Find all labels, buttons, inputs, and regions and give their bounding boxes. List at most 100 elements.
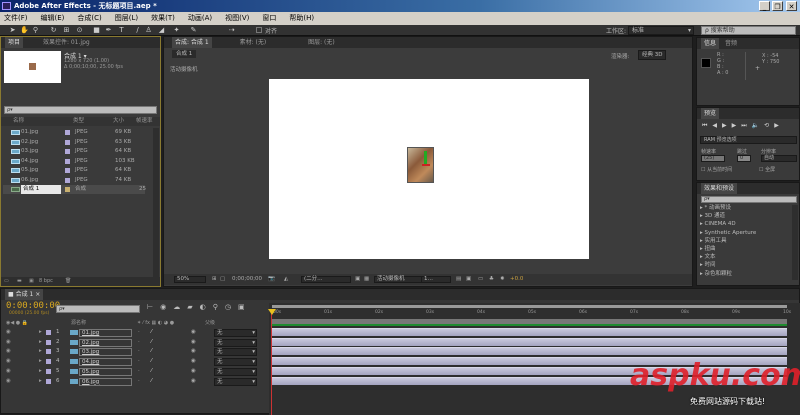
- expand-arrow-icon[interactable]: ▸: [39, 328, 42, 338]
- layer-row[interactable]: ◉ ▸ 3 03.jpg · ⁄ ◉ 无 ▾: [1, 347, 269, 357]
- grid-icon[interactable]: ⊞: [212, 274, 217, 285]
- visibility-eye-icon[interactable]: ◉: [6, 347, 11, 357]
- camera-tool-icon[interactable]: ⊞: [63, 27, 70, 34]
- shy-switch[interactable]: ·: [138, 357, 140, 367]
- current-time-indicator[interactable]: [271, 309, 272, 415]
- parent-header[interactable]: 父级: [205, 319, 215, 327]
- y-axis-gizmo[interactable]: [424, 151, 427, 165]
- col-fps[interactable]: 帧速率: [136, 117, 153, 126]
- renderer-select[interactable]: 经典 3D: [638, 50, 667, 60]
- bpc-label[interactable]: 8 bpc: [39, 277, 53, 286]
- parent-select[interactable]: 无 ▾: [214, 338, 257, 347]
- toggle-pixel-icon[interactable]: ▤: [456, 274, 461, 285]
- effect-category[interactable]: ▸ 3D 通道: [697, 212, 791, 220]
- layer-name[interactable]: 03.jpg: [79, 348, 132, 357]
- transparency-icon[interactable]: ▦: [364, 274, 369, 285]
- flowchart-icon[interactable]: ♣: [489, 274, 494, 285]
- tab-preview[interactable]: 预览: [701, 108, 720, 119]
- visibility-eye-icon[interactable]: ◉: [6, 338, 11, 348]
- fast-previews-icon[interactable]: ▣: [466, 274, 471, 285]
- skip-select[interactable]: 0: [737, 155, 751, 162]
- workspace-select[interactable]: 标准 ▾: [628, 26, 694, 35]
- quality-switch-icon[interactable]: ⁄: [151, 357, 152, 367]
- fps-select[interactable]: (25): [701, 155, 725, 162]
- menu-edit[interactable]: 编辑(E): [41, 12, 65, 25]
- project-item[interactable]: 03.jpg JPEG 64 KB: [3, 147, 145, 156]
- label-color-icon[interactable]: [46, 378, 51, 384]
- effects-scrollbar[interactable]: [792, 205, 798, 280]
- effect-category[interactable]: ▸ CINEMA 4D: [697, 220, 791, 228]
- project-item-comp[interactable]: 合成 1 合成 25: [3, 185, 146, 194]
- fullscreen-checkbox[interactable]: ☐ 全屏: [759, 166, 775, 173]
- shy-icon[interactable]: ☁: [173, 303, 187, 311]
- hand-tool-icon[interactable]: ✋: [20, 27, 29, 34]
- layer-name[interactable]: 05.jpg: [79, 367, 132, 376]
- col-size[interactable]: 大小: [113, 117, 124, 126]
- layer-duration-bar[interactable]: [272, 328, 787, 336]
- from-current-time-checkbox[interactable]: ☐ 从当前时间: [701, 166, 732, 173]
- 3d-layer-icon[interactable]: ◉: [191, 367, 196, 377]
- new-folder-icon[interactable]: ▬: [17, 277, 22, 286]
- shy-switch[interactable]: ·: [138, 367, 140, 377]
- mask-icon[interactable]: ▢: [220, 274, 225, 285]
- current-time[interactable]: 0;00;00;00: [232, 274, 262, 285]
- project-item[interactable]: 02.jpg JPEG 63 KB: [3, 138, 145, 147]
- label-color-icon[interactable]: [46, 349, 51, 355]
- shy-switch[interactable]: ·: [138, 338, 140, 348]
- effect-category[interactable]: ▸ 扭曲: [697, 245, 791, 253]
- effects-search-input[interactable]: ρ▾: [701, 196, 797, 203]
- visibility-eye-icon[interactable]: ◉: [6, 377, 11, 387]
- exposure-icon[interactable]: ✸: [500, 274, 505, 285]
- tab-timeline-comp[interactable]: ■ 合成 1 ×: [5, 289, 44, 300]
- ram-preview-icon[interactable]: ▶: [774, 122, 784, 129]
- quality-switch-icon[interactable]: ⁄: [151, 328, 152, 338]
- menu-help[interactable]: 帮助(H): [289, 12, 314, 25]
- tab-info[interactable]: 信息: [701, 38, 720, 49]
- expand-arrow-icon[interactable]: ▸: [39, 357, 42, 367]
- view-select[interactable]: 活动摄像机: [374, 276, 424, 283]
- parent-select[interactable]: 无 ▾: [214, 358, 257, 367]
- comp-mini-flowchart-icon[interactable]: ⊢: [147, 303, 160, 311]
- layer-row[interactable]: ◉ ▸ 6 06.jpg · ⁄ ◉ 无 ▾: [1, 377, 269, 387]
- layer-row[interactable]: ◉ ▸ 4 04.jpg · ⁄ ◉ 无 ▾: [1, 357, 269, 367]
- tab-project[interactable]: 项目: [5, 37, 24, 48]
- clone-tool-icon[interactable]: ♙: [145, 27, 152, 34]
- resolution-select[interactable]: 自动: [761, 155, 797, 162]
- project-item[interactable]: 04.jpg JPEG 103 KB: [3, 157, 145, 166]
- pan-behind-tool-icon[interactable]: ⊙: [76, 27, 83, 34]
- effect-category[interactable]: ▸ 杂色和颗粒: [697, 270, 791, 278]
- project-item[interactable]: 06.jpg JPEG 74 KB: [3, 176, 145, 185]
- layer-name[interactable]: 06.jpg: [79, 377, 132, 386]
- menu-animation[interactable]: 动画(A): [188, 12, 212, 25]
- resolution-select[interactable]: (二分…: [301, 276, 351, 283]
- effect-category[interactable]: ▸ 时间: [697, 261, 791, 269]
- frame-blend-icon[interactable]: ▰: [187, 303, 199, 311]
- live-update-icon[interactable]: ▣: [238, 303, 252, 311]
- col-name[interactable]: 名称: [13, 117, 24, 126]
- item-name-edit[interactable]: 合成 1: [21, 185, 61, 194]
- tab-footage[interactable]: 素材: (无): [240, 39, 267, 46]
- tab-layer[interactable]: 图层: (无): [308, 39, 335, 46]
- region-icon[interactable]: ▣: [355, 274, 360, 285]
- restore-button[interactable]: ❐: [772, 1, 783, 11]
- effect-category[interactable]: ▸ * 动画预设: [697, 204, 791, 212]
- selection-tool-icon[interactable]: ➤: [9, 27, 16, 34]
- align-toggle-icon[interactable]: ⇢: [228, 27, 235, 34]
- graph-editor-icon[interactable]: ⚲: [213, 303, 225, 311]
- eraser-tool-icon[interactable]: ◢: [158, 27, 165, 34]
- col-type[interactable]: 类型: [73, 117, 84, 126]
- visibility-eye-icon[interactable]: ◉: [6, 328, 11, 338]
- zoom-select[interactable]: 50%: [174, 276, 206, 283]
- layer-row[interactable]: ◉ ▸ 5 05.jpg · ⁄ ◉ 无 ▾: [1, 367, 269, 377]
- quality-switch-icon[interactable]: ⁄: [151, 347, 152, 357]
- align-checkbox[interactable]: [256, 27, 262, 33]
- tab-composition[interactable]: 合成: 合成 1: [172, 37, 212, 48]
- visibility-eye-icon[interactable]: ◉: [6, 367, 11, 377]
- ram-preview-options-select[interactable]: RAM 预览选项: [700, 136, 797, 144]
- tab-audio[interactable]: 音频: [725, 40, 737, 47]
- shy-switch[interactable]: ·: [138, 328, 140, 338]
- audio-icon[interactable]: 🔈: [752, 122, 764, 129]
- menu-window[interactable]: 窗口: [262, 12, 276, 25]
- roto-brush-icon[interactable]: ✦: [173, 27, 180, 34]
- layer-duration-bar[interactable]: [272, 347, 787, 356]
